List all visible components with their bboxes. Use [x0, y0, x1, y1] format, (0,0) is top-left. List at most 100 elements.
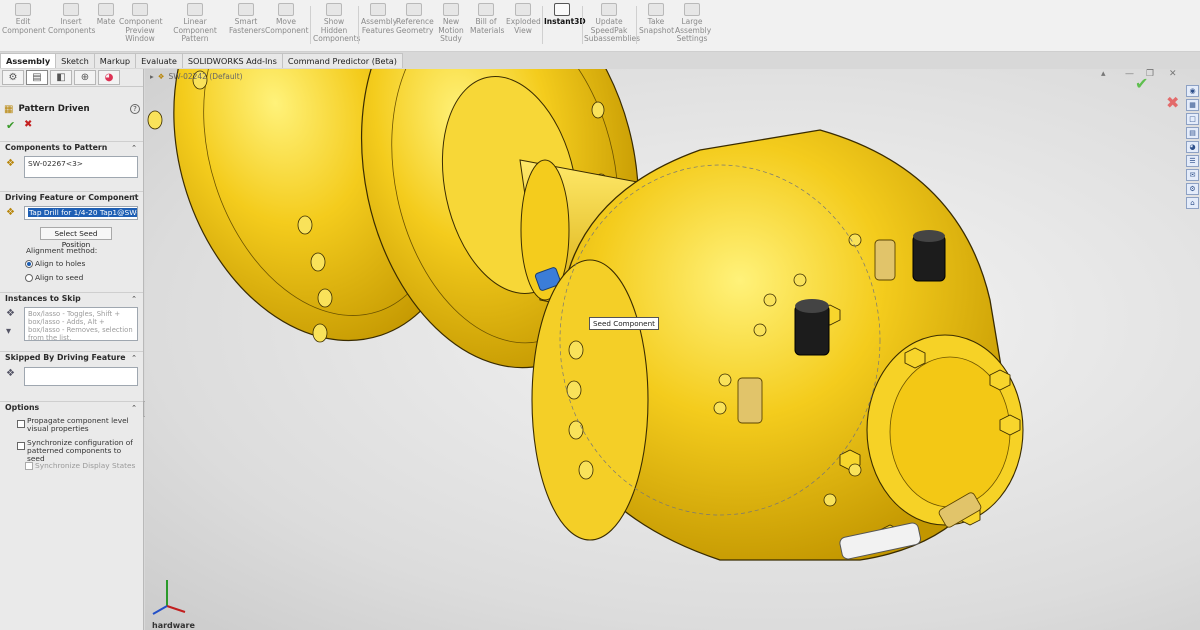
display-manager-tab-icon[interactable]: ◕ — [98, 70, 120, 85]
configuration-label: hardware — [152, 621, 195, 630]
propagate-visual-properties-checkbox[interactable] — [17, 420, 25, 428]
tab-evaluate[interactable]: Evaluate — [135, 53, 183, 68]
section-label: Options — [5, 403, 40, 412]
new-motion-study-icon — [443, 3, 459, 16]
ribbon-new-motion-study-button[interactable]: New Motion Study — [436, 3, 466, 49]
feature-tree-flyout[interactable]: ▸ ❖ SW-02242 (Default) — [150, 72, 243, 81]
ribbon-large-assembly-settings-button[interactable]: Large Assembly Settings — [675, 3, 712, 49]
synchronize-display-states-checkbox[interactable] — [25, 462, 33, 470]
tab-assembly[interactable]: Assembly — [0, 53, 57, 68]
graphics-area[interactable]: ⚲ ⚲ ↺ ▣ ■ ◉ ◉ ◉ ☀ ▣ ▸ ❖ SW-02242 (Defaul… — [145, 69, 1200, 630]
cancel-x-icon[interactable]: ✖ — [24, 119, 32, 130]
ribbon-button-label: Edit Component — [2, 17, 46, 35]
close-icon[interactable]: ✕ — [1169, 69, 1177, 79]
ribbon-mate-button[interactable]: Mate — [95, 3, 117, 49]
help-icon[interactable]: ? — [130, 104, 140, 114]
reference-geometry-icon — [406, 3, 422, 16]
appearances-icon[interactable]: ◕ — [1186, 141, 1199, 153]
ribbon-button-label: New Motion Study — [438, 17, 464, 43]
section-instances-to-skip[interactable]: Instances to Skip ⌃ — [0, 292, 143, 305]
section-skipped-by-driving-feature[interactable]: Skipped By Driving Feature ⌃ — [0, 351, 143, 364]
manager-tabs: ⚙ ▤ ◧ ⊕ ◕ — [0, 69, 143, 87]
section-driving-feature[interactable]: Driving Feature or Component ⌃ — [0, 191, 143, 204]
ribbon-button-label: Large Assembly Settings — [675, 17, 712, 43]
minimize-icon[interactable]: — — [1125, 69, 1134, 79]
command-manager-tabs: Assembly Sketch Markup Evaluate SOLIDWOR… — [0, 53, 403, 68]
property-manager-tab-icon[interactable]: ▤ — [26, 70, 48, 85]
confirmation-cancel-icon[interactable]: ✖ — [1166, 93, 1179, 112]
ribbon-separator — [310, 6, 311, 44]
chevron-up-icon[interactable]: ⌃ — [131, 142, 137, 154]
ribbon-update-speedpak-subassemblies-button[interactable]: Update SpeedPak Subassemblies — [584, 3, 640, 49]
tab-solidworks-addins[interactable]: SOLIDWORKS Add-Ins — [181, 53, 283, 68]
chevron-up-icon[interactable]: ⌃ — [131, 293, 137, 305]
ribbon-separator — [542, 6, 543, 44]
ribbon-edit-component-button[interactable]: Edit Component — [2, 3, 46, 49]
align-to-holes-label: Align to holes — [35, 259, 86, 268]
command-manager-ribbon: Edit Component Insert Components Mate Compo… — [0, 0, 1200, 52]
large-assembly-settings-icon — [684, 3, 700, 16]
home-icon[interactable]: ⌂ — [1186, 197, 1199, 209]
skip-options-icon[interactable]: ▾ — [6, 326, 19, 338]
section-components-to-pattern[interactable]: Components to Pattern ⌃ — [0, 141, 143, 154]
chevron-up-icon[interactable]: ⌃ — [131, 402, 137, 414]
ribbon-take-snapshot-button[interactable]: Take Snapshot — [639, 3, 675, 49]
ribbon-button-label: Mate — [96, 17, 116, 26]
ribbon-move-component-button[interactable]: Move Component — [265, 3, 309, 49]
align-to-holes-radio[interactable] — [25, 260, 33, 268]
section-label: Driving Feature or Component — [5, 193, 139, 202]
skipped-by-driving-feature-field[interactable] — [24, 367, 138, 386]
ribbon-button-label: Show Hidden Components — [313, 17, 361, 43]
ribbon-button-label: Bill of Materials — [470, 17, 505, 35]
ribbon-insert-components-button[interactable]: Insert Components — [48, 3, 95, 49]
ribbon-component-preview-window-button[interactable]: Component Preview Window — [119, 3, 163, 49]
design-library-icon[interactable]: ▦ — [1186, 99, 1199, 111]
assembly-name: SW-02242 (Default) — [168, 72, 243, 81]
custom-properties-icon[interactable]: ☰ — [1186, 155, 1199, 167]
ok-checkmark-icon[interactable]: ✔ — [6, 119, 15, 132]
ribbon-exploded-view-button[interactable]: Exploded View — [506, 3, 541, 49]
assembly-icon: ❖ — [157, 72, 165, 81]
forum-icon[interactable]: ✉ — [1186, 169, 1199, 181]
solidworks-resources-icon[interactable]: ◉ — [1186, 85, 1199, 97]
ribbon-button-label: Reference Geometry — [396, 17, 434, 35]
ribbon-smart-fasteners-button[interactable]: Smart Fasteners — [229, 3, 265, 49]
assembly-model-view[interactable] — [145, 69, 1200, 630]
file-explorer-icon[interactable]: □ — [1186, 113, 1199, 125]
expand-arrow-icon[interactable]: ▸ — [150, 72, 154, 81]
synchronize-configuration-checkbox[interactable] — [17, 442, 25, 450]
section-options[interactable]: Options ⌃ — [0, 401, 143, 414]
tab-markup[interactable]: Markup — [93, 53, 137, 68]
tab-sketch[interactable]: Sketch — [55, 53, 95, 68]
instances-to-skip-field[interactable]: Box/lasso - Toggles, Shift + box/lasso -… — [24, 307, 138, 342]
chevron-up-icon[interactable]: ⌃ — [131, 352, 137, 364]
section-label: Components to Pattern — [5, 143, 108, 152]
align-to-seed-radio[interactable] — [25, 274, 33, 282]
ribbon-show-hidden-components-button[interactable]: Show Hidden Components — [313, 3, 360, 49]
tab-command-predictor[interactable]: Command Predictor (Beta) — [281, 53, 403, 68]
propagate-visual-properties-label: Propagate component level visual propert… — [27, 416, 129, 433]
components-list-field[interactable]: SW-02267<3> — [24, 156, 138, 178]
toolbox-icon[interactable]: ⚙ — [1186, 183, 1199, 195]
dimxpert-manager-tab-icon[interactable]: ⊕ — [74, 70, 96, 85]
flyout-collapse-icon[interactable]: ▴ — [1101, 69, 1106, 79]
ribbon-assembly-features-button[interactable]: Assembly Features — [361, 3, 397, 49]
ribbon-separator — [582, 6, 583, 44]
feature-manager-tab-icon[interactable]: ⚙ — [2, 70, 24, 85]
pattern-driven-icon: ▦ — [4, 103, 14, 115]
driving-feature-field[interactable]: Tap Drill for 1/4-20 Tap1@SW-022 — [24, 206, 138, 220]
ribbon-bill-of-materials-button[interactable]: Bill of Materials — [470, 3, 505, 49]
ribbon-instant3d-button[interactable]: Instant3D — [544, 3, 586, 49]
confirmation-ok-icon[interactable]: ✔ — [1135, 74, 1148, 93]
configuration-manager-tab-icon[interactable]: ◧ — [50, 70, 72, 85]
chevron-up-icon[interactable]: ⌃ — [131, 192, 137, 204]
show-hidden-components-icon — [326, 3, 342, 16]
ribbon-linear-component-pattern-button[interactable]: Linear Component Pattern — [163, 3, 227, 49]
triad-axes-icon — [152, 580, 186, 615]
select-seed-position-button[interactable]: Select Seed Position — [40, 227, 112, 249]
skipped-instances-icon: ❖ — [6, 368, 15, 379]
ribbon-button-label: Take Snapshot — [639, 17, 675, 35]
view-palette-icon[interactable]: ▤ — [1186, 127, 1199, 139]
ribbon-reference-geometry-button[interactable]: Reference Geometry — [396, 3, 434, 49]
edit-component-icon — [15, 3, 31, 16]
